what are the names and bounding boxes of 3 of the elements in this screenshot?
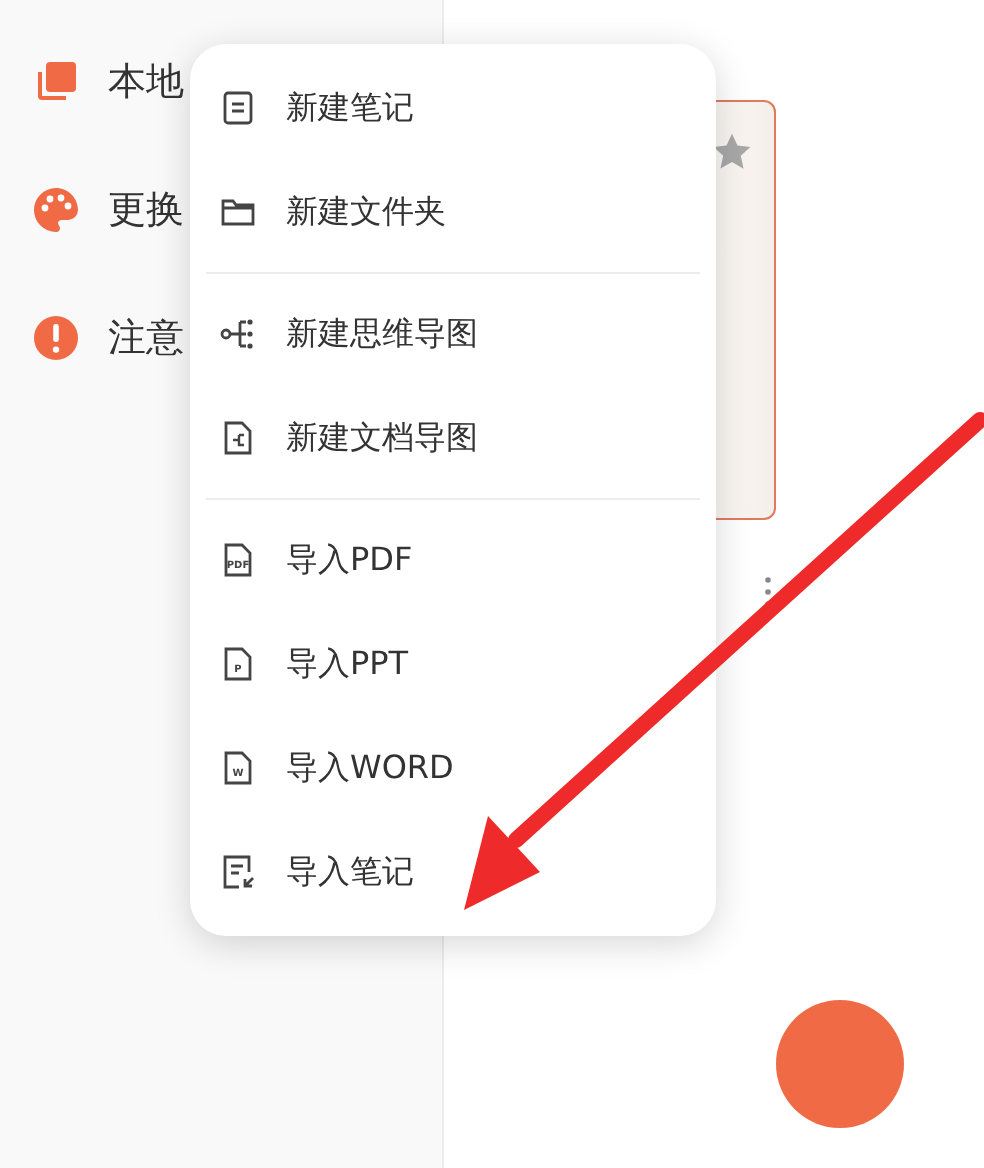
sidebar-label: 本地 xyxy=(108,58,184,108)
sidebar-label: 更换 xyxy=(108,186,184,236)
sidebar-label: 注意 xyxy=(108,314,184,364)
